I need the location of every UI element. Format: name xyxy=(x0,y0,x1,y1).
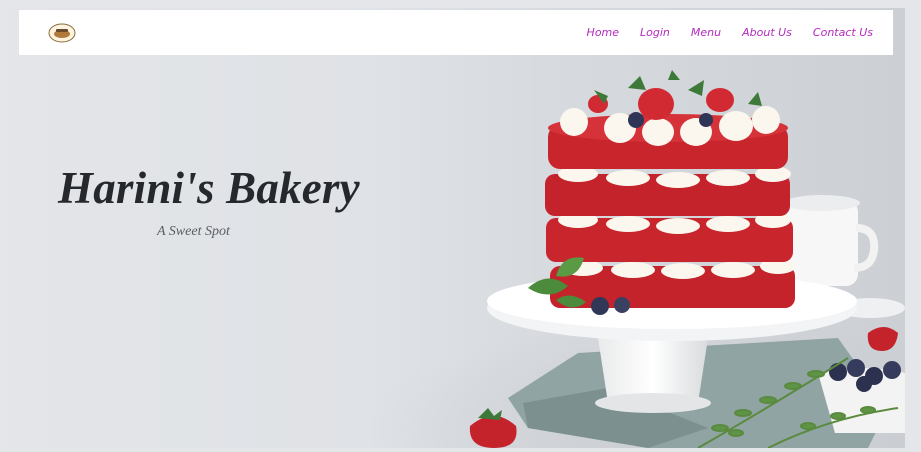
nav-links: Home Login Menu About Us Contact Us xyxy=(566,26,873,39)
bakery-logo-icon[interactable] xyxy=(48,23,76,43)
red-velvet-cake-photo xyxy=(308,70,905,448)
hero-subtitle: A Sweet Spot xyxy=(157,224,230,239)
cake-layers xyxy=(545,114,796,308)
page: Home Login Menu About Us Contact Us Hari… xyxy=(8,8,905,448)
top-navbar: Home Login Menu About Us Contact Us xyxy=(19,10,893,55)
nav-about-link[interactable]: About Us xyxy=(742,26,792,39)
nav-login-link[interactable]: Login xyxy=(640,26,670,39)
nav-contact-link[interactable]: Contact Us xyxy=(813,26,873,39)
hero-title: Harini's Bakery xyxy=(58,163,360,213)
nav-menu-link[interactable]: Menu xyxy=(691,26,721,39)
nav-home-link[interactable]: Home xyxy=(587,26,619,39)
